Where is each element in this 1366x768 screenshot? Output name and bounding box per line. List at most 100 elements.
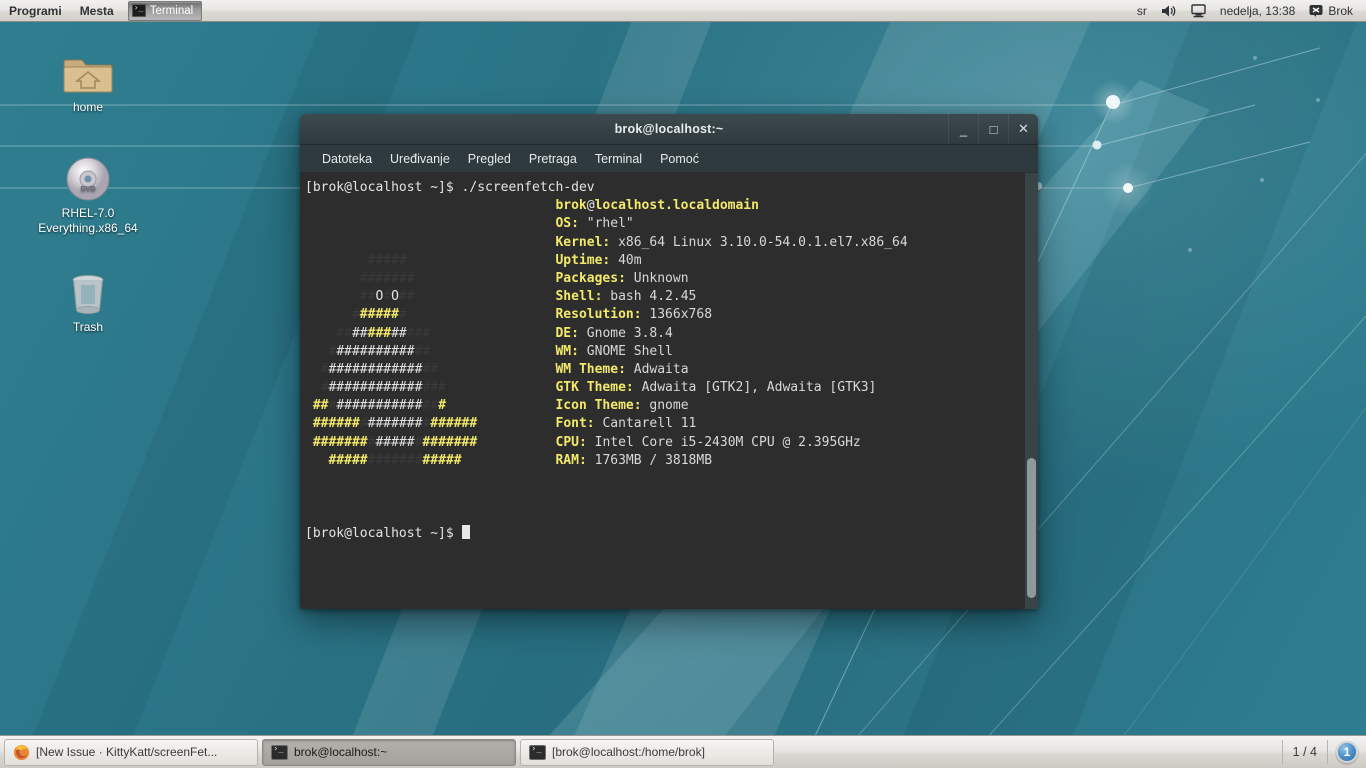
info-label: GTK Theme:: [555, 380, 634, 396]
ascii-art-segment: #: [312, 380, 329, 396]
desktop-icon-rhel-dvd[interactable]: DVD RHEL-7.0 Everything.x86_64: [33, 150, 143, 236]
terminal-line: ####### Resolution: 1366x768: [305, 306, 1038, 324]
taskbar-button-terminal-2[interactable]: [brok@localhost:/home/brok]: [520, 738, 774, 766]
art-indent: [305, 271, 313, 286]
info-label: Font:: [555, 416, 595, 432]
taskbar-button-firefox[interactable]: [New Issue · KittyKatt/screenFet...: [4, 738, 258, 766]
menu-help[interactable]: Pomoć: [652, 150, 707, 168]
info-gap: [415, 271, 556, 286]
info-label: WM:: [555, 343, 579, 359]
art-indent: [305, 416, 313, 431]
art-indent: [305, 435, 313, 450]
desktop-icon-trash[interactable]: Trash: [33, 264, 143, 335]
terminal-icon: [271, 744, 288, 760]
ascii-art-segment: ###: [422, 380, 446, 396]
desktop-icon-home[interactable]: home: [33, 44, 143, 115]
ascii-art-segment: #: [398, 307, 407, 323]
ascii-art-segment: #####: [375, 434, 415, 450]
info-at: @: [586, 198, 595, 214]
ascii-art-segment: ###########: [336, 398, 423, 414]
ascii-art-segment: #######: [312, 434, 368, 450]
ascii-art-segment: #######: [367, 416, 423, 432]
info-value: Cantarell 11: [594, 416, 697, 432]
terminal-line: ############# WM: GNOME Shell: [305, 343, 1038, 361]
terminal-line: ##################### CPU: Intel Core i5…: [305, 434, 1038, 452]
window-titlebar[interactable]: brok@localhost:~ _ □ ✕: [300, 114, 1038, 145]
taskbar: [New Issue · KittyKatt/screenFet... brok…: [0, 735, 1366, 768]
info-gap: [430, 344, 555, 359]
panel-task-terminal[interactable]: Terminal: [127, 0, 203, 21]
workspace-badge[interactable]: 1: [1336, 741, 1358, 763]
terminal-line: ############ DE: Gnome 3.8.4: [305, 325, 1038, 343]
user-menu[interactable]: Brok: [1302, 0, 1360, 22]
ascii-art-segment: ##: [312, 289, 376, 305]
display-icon: [1191, 3, 1206, 17]
info-value: 1366x768: [641, 307, 713, 323]
info-label: Kernel:: [555, 234, 611, 250]
info-gap: [305, 235, 555, 250]
taskbar-button-terminal-active[interactable]: brok@localhost:~: [262, 738, 516, 766]
top-panel: Programi Mesta Terminal sr nedelja,: [0, 0, 1366, 22]
menu-edit[interactable]: Uređivanje: [382, 150, 458, 168]
terminal-line: ##O#O## Shell: bash 4.2.45: [305, 288, 1038, 306]
volume-icon: [1161, 5, 1176, 16]
terminal-line: OS: "rhel": [305, 215, 1038, 233]
ascii-art-segment: ###: [367, 325, 392, 341]
volume-indicator[interactable]: [1154, 0, 1184, 22]
terminal-scrollbar[interactable]: [1025, 173, 1038, 609]
scrollbar-thumb[interactable]: [1027, 458, 1036, 598]
close-button[interactable]: ✕: [1008, 114, 1038, 145]
panel-menu-applications[interactable]: Programi: [0, 0, 71, 22]
ascii-art-segment: #######: [367, 452, 423, 468]
terminal-command-line: [brok@localhost ~]$ ./screenfetch-dev: [305, 179, 1038, 197]
info-value: Unknown: [625, 270, 689, 286]
ascii-art-segment: #: [359, 416, 368, 432]
clock[interactable]: nedelja, 13:38: [1213, 0, 1302, 22]
display-indicator[interactable]: [1184, 0, 1213, 22]
info-value: Intel Core i5-2430M CPU @ 2.395GHz: [586, 434, 861, 450]
info-label: Icon Theme:: [555, 398, 642, 414]
keyboard-layout-label: sr: [1136, 3, 1147, 18]
info-value: gnome: [641, 398, 689, 414]
terminal-cursor: [461, 524, 470, 539]
info-gap: [477, 416, 555, 431]
maximize-button[interactable]: □: [978, 114, 1008, 145]
terminal-icon: [529, 744, 546, 760]
ascii-art-segment: #######: [422, 434, 478, 450]
art-indent: [305, 253, 313, 268]
panel-menu-places[interactable]: Mesta: [71, 0, 123, 22]
ascii-art-segment: #####: [312, 252, 407, 268]
terminal-window[interactable]: brok@localhost:~ _ □ ✕ Datoteka Uređivan…: [300, 114, 1038, 609]
info-gap: [305, 198, 555, 213]
menu-file[interactable]: Datoteka: [314, 150, 380, 168]
info-gap: [438, 362, 555, 377]
window-controls: _ □ ✕: [948, 114, 1038, 145]
info-gap: [462, 453, 556, 468]
panel-window-list: Terminal: [127, 0, 203, 21]
taskbar-button-firefox-label: [New Issue · KittyKatt/screenFet...: [36, 745, 218, 759]
taskbar-button-terminal-2-label: [brok@localhost:/home/brok]: [552, 745, 705, 759]
menu-view[interactable]: Pregled: [460, 150, 519, 168]
ascii-art-segment: ##: [414, 343, 431, 359]
info-value: bash 4.2.45: [602, 289, 697, 305]
ascii-art-segment: #####: [312, 452, 368, 468]
terminal-line: ################# Icon Theme: gnome: [305, 397, 1038, 415]
minimize-button[interactable]: _: [948, 114, 978, 145]
menu-terminal[interactable]: Terminal: [587, 150, 650, 168]
workspace-indicator[interactable]: 1 / 4: [1281, 740, 1328, 764]
ascii-art-segment: ##: [422, 361, 439, 377]
info-gap: [305, 216, 555, 231]
ascii-art-segment: #####: [422, 452, 462, 468]
info-label: Shell:: [555, 289, 603, 305]
ascii-art-segment: #######: [312, 270, 415, 286]
menu-search[interactable]: Pretraga: [521, 150, 585, 168]
info-label: Packages:: [555, 270, 626, 286]
terminal-output-area[interactable]: [brok@localhost ~]$ ./screenfetch-dev br…: [300, 173, 1038, 609]
trash-icon: [33, 264, 143, 316]
keyboard-layout-indicator[interactable]: sr: [1130, 0, 1154, 22]
art-indent: [305, 289, 313, 304]
rhel-label-line1: RHEL-7.0: [61, 206, 115, 220]
